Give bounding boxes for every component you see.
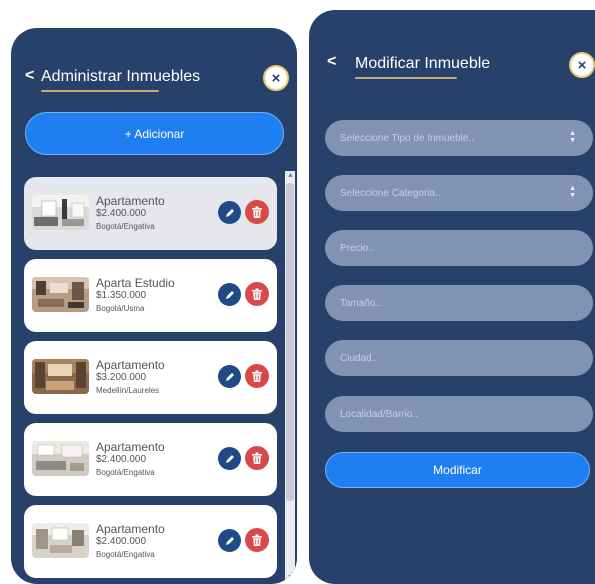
pencil-icon (225, 372, 234, 381)
pencil-icon (225, 208, 234, 217)
edit-button[interactable] (218, 447, 241, 470)
category-placeholder: Seleccione Categoria.. (340, 187, 441, 199)
scrollbar-thumb[interactable] (286, 183, 294, 501)
title-underline (355, 77, 457, 79)
property-thumbnail (32, 277, 89, 312)
property-location: Medellín/Laureles (96, 386, 160, 395)
edit-button[interactable] (218, 529, 241, 552)
modify-submit-button[interactable]: Modificar (325, 452, 590, 488)
property-location: Bogotá/Usma (96, 304, 145, 313)
property-type: Apartamento (96, 194, 165, 208)
delete-button[interactable] (245, 282, 269, 306)
trash-icon (252, 534, 262, 546)
delete-button[interactable] (245, 446, 269, 470)
neighborhood-input[interactable]: Localidad/Barrio.. (325, 396, 593, 432)
pencil-icon (225, 290, 234, 299)
property-type: Apartamento (96, 522, 165, 536)
property-price: $1.350.000 (96, 290, 147, 301)
select-arrows-icon: ▲ ▼ (569, 185, 576, 199)
list-scrollbar[interactable]: ▲ ▼ (285, 171, 295, 582)
delete-button[interactable] (245, 200, 269, 224)
property-type: Apartamento (96, 440, 165, 454)
price-input[interactable]: Precio.. (325, 230, 593, 266)
property-thumbnail (32, 441, 89, 476)
edit-button[interactable] (218, 201, 241, 224)
property-list: Apartamento $2.400.000 Bogotá/Engativa A… (24, 177, 277, 584)
property-location: Bogotá/Engativa (96, 222, 155, 231)
trash-icon (252, 288, 262, 300)
scroll-down-arrow-icon[interactable]: ▼ (287, 574, 294, 581)
category-select[interactable]: Seleccione Categoria.. ▲ ▼ (325, 175, 593, 211)
property-price: $2.400.000 (96, 208, 147, 219)
back-button[interactable]: < (25, 67, 34, 85)
price-placeholder: Precio.. (340, 242, 374, 254)
property-thumbnail (32, 523, 89, 558)
property-card[interactable]: Aparta Estudio $1.350.000 Bogotá/Usma (24, 259, 277, 332)
property-card[interactable]: Apartamento $2.400.000 Bogotá/Engativa (24, 423, 277, 496)
edit-button[interactable] (218, 365, 241, 388)
property-thumbnail (32, 359, 89, 394)
panel-title: Administrar Inmuebles (41, 68, 201, 85)
property-type: Apartamento (96, 358, 165, 372)
size-placeholder: Tamaño.. (340, 297, 382, 309)
select-arrows-icon: ▲ ▼ (569, 130, 576, 144)
property-type-select[interactable]: Seleccione Tipo de Inmueble.. ▲ ▼ (325, 120, 593, 156)
pencil-icon (225, 454, 234, 463)
edit-property-panel: < Modificar Inmueble × Seleccione Tipo d… (309, 10, 595, 584)
delete-button[interactable] (245, 364, 269, 388)
edit-button[interactable] (218, 283, 241, 306)
scroll-up-arrow-icon[interactable]: ▲ (287, 172, 294, 179)
property-price: $3.200.000 (96, 372, 147, 383)
property-price: $2.400.000 (96, 536, 147, 547)
trash-icon (252, 452, 262, 464)
trash-icon (252, 370, 262, 382)
panel-title: Modificar Inmueble (355, 55, 491, 72)
add-property-button[interactable]: + Adicionar (25, 112, 284, 155)
close-button[interactable]: × (263, 65, 289, 91)
property-location: Bogotá/Engativa (96, 550, 155, 559)
property-thumbnail (32, 195, 89, 230)
property-location: Bogotá/Engativa (96, 468, 155, 477)
property-card[interactable]: Apartamento $3.200.000 Medellín/Laureles (24, 341, 277, 414)
property-type-placeholder: Seleccione Tipo de Inmueble.. (340, 132, 474, 144)
pencil-icon (225, 536, 234, 545)
close-button[interactable]: × (569, 52, 595, 78)
neighborhood-placeholder: Localidad/Barrio.. (340, 408, 418, 420)
city-input[interactable]: Ciudad.. (325, 340, 593, 376)
property-price: $2.400.000 (96, 454, 147, 465)
size-input[interactable]: Tamaño.. (325, 285, 593, 321)
title-underline (41, 90, 159, 92)
delete-button[interactable] (245, 528, 269, 552)
back-button[interactable]: < (327, 53, 336, 71)
property-type: Aparta Estudio (96, 276, 175, 290)
city-placeholder: Ciudad.. (340, 352, 378, 364)
trash-icon (252, 206, 262, 218)
property-card[interactable]: Apartamento $2.400.000 Bogotá/Engativa (24, 177, 277, 250)
manage-properties-panel: < Administrar Inmuebles × + Adicionar Ap… (11, 28, 297, 584)
property-card[interactable]: Apartamento $2.400.000 Bogotá/Engativa (24, 505, 277, 578)
